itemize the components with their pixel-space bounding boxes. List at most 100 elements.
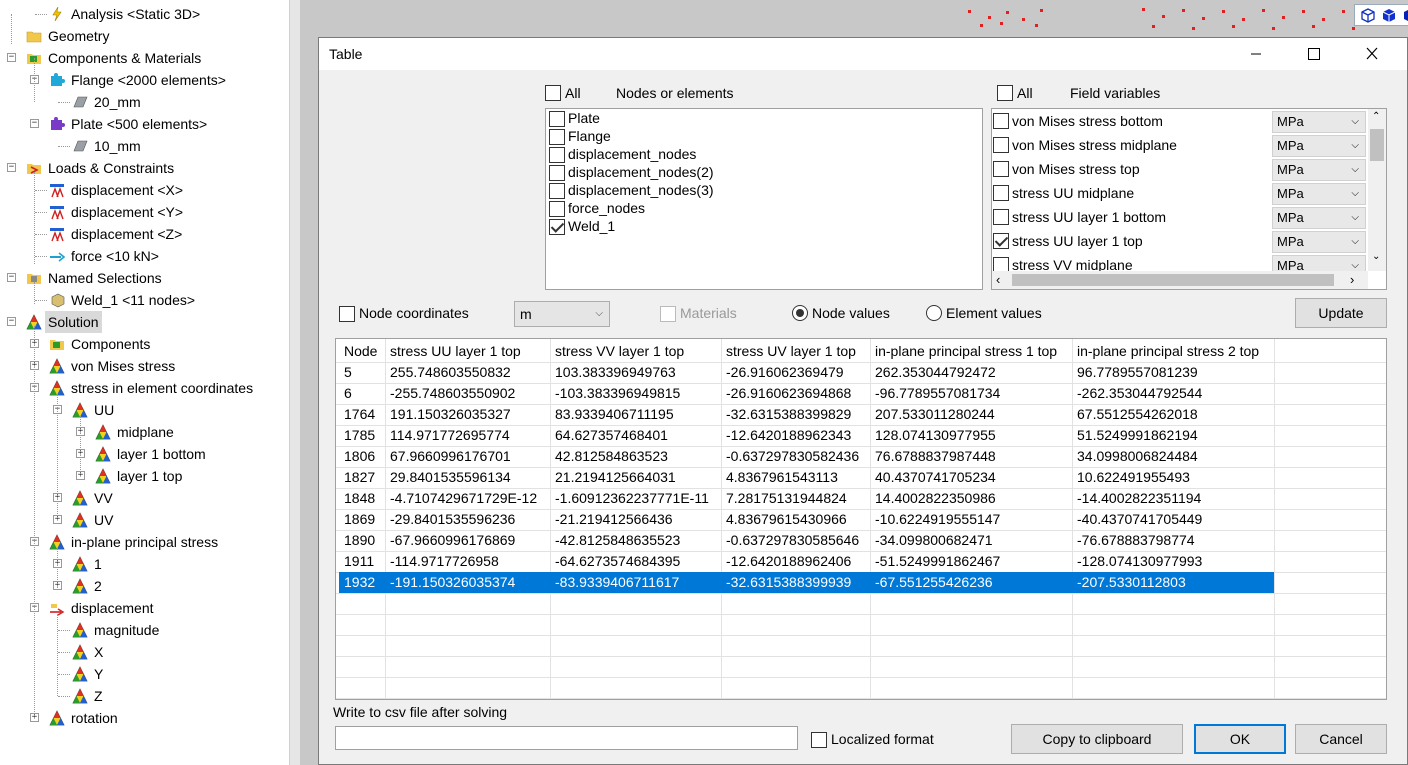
tree-item[interactable]: + UV [0, 509, 289, 531]
tree-item[interactable]: +2 [0, 575, 289, 597]
table-cell[interactable]: -64.6273574684395 [550, 551, 721, 572]
table-cell[interactable]: -76.678883798774 [1072, 530, 1274, 551]
tree-item[interactable]: Weld_1 <11 nodes> [0, 289, 289, 311]
tree-item[interactable]: − Components & Materials [0, 47, 289, 69]
table-cell[interactable]: -67.9660996176869 [385, 530, 550, 551]
collapse-icon[interactable]: − [7, 273, 16, 282]
node-set-checkbox[interactable] [549, 165, 565, 181]
table-cell[interactable]: 1827 [339, 467, 385, 488]
table-cell[interactable]: -14.4002822351194 [1072, 488, 1274, 509]
table-cell[interactable]: -21.219412566436 [550, 509, 721, 530]
collapse-icon[interactable]: − [7, 317, 16, 326]
table-cell[interactable]: 51.5249991862194 [1072, 425, 1274, 446]
table-cell[interactable]: -4.7107429671729E-12 [385, 488, 550, 509]
tree-item[interactable]: + Components [0, 333, 289, 355]
localized-format-checkbox[interactable] [811, 732, 827, 748]
tree-item[interactable]: + rotation [0, 707, 289, 729]
table-cell[interactable]: 1848 [339, 488, 385, 509]
table-cell[interactable]: 207.533011280244 [870, 404, 1072, 425]
table-cell[interactable]: -12.6420188962343 [721, 425, 870, 446]
tree-item[interactable]: X [0, 641, 289, 663]
tree-item[interactable]: + VV [0, 487, 289, 509]
field-variable-row[interactable]: von Mises stress bottom MPa ⌵ [992, 109, 1370, 133]
table-cell[interactable]: 14.4002822350986 [870, 488, 1072, 509]
table-cell[interactable]: -42.8125848635523 [550, 530, 721, 551]
scroll-up-icon[interactable]: ⌃ [1372, 111, 1380, 122]
table-cell[interactable]: 34.0998006824484 [1072, 446, 1274, 467]
update-button[interactable]: Update [1295, 298, 1387, 328]
table-cell[interactable]: 7.28175131944824 [721, 488, 870, 509]
tree-item[interactable]: Geometry [0, 25, 289, 47]
tree-item[interactable]: displacement <Y> [0, 201, 289, 223]
table-cell[interactable]: -32.6315388399829 [721, 404, 870, 425]
tree-item[interactable]: Z [0, 685, 289, 707]
tree-item[interactable]: magnitude [0, 619, 289, 641]
table-cell[interactable]: -34.09980068247​1 [870, 530, 1072, 551]
table-cell[interactable]: 29.8401535596134 [385, 467, 550, 488]
field-variable-row[interactable]: stress UU midplane MPa ⌵ [992, 181, 1370, 205]
column-header[interactable]: in-plane principal stress 2 top [1072, 341, 1274, 362]
table-cell[interactable]: -255.748603550902 [385, 383, 550, 404]
table-cell[interactable]: -191.150326035374 [385, 572, 550, 593]
table-cell[interactable]: 21.2194125664031 [550, 467, 721, 488]
table-cell[interactable]: -29.8401535596236 [385, 509, 550, 530]
column-header[interactable]: stress UV layer 1 top [721, 341, 870, 362]
nodes-all-checkbox[interactable] [545, 85, 561, 101]
table-cell[interactable]: -103.383396949815 [550, 383, 721, 404]
tree-item[interactable]: − in-plane principal stress [0, 531, 289, 553]
splitter[interactable] [290, 0, 300, 765]
table-cell[interactable]: 40.4370741705234 [870, 467, 1072, 488]
table-cell[interactable]: 42.812584863523 [550, 446, 721, 467]
ok-button[interactable]: OK [1194, 724, 1286, 754]
scroll-down-icon[interactable]: ⌄ [1372, 251, 1380, 262]
tree-item[interactable]: − Solution [0, 311, 289, 333]
tree-item[interactable]: force <10 kN> [0, 245, 289, 267]
table-cell[interactable]: 1932 [339, 572, 385, 593]
tree-item[interactable]: − stress in element coordinates [0, 377, 289, 399]
table-cell[interactable]: -67.551255426236 [870, 572, 1072, 593]
node-coordinates-checkbox[interactable] [339, 306, 355, 322]
scroll-left-icon[interactable]: ‹ [996, 272, 1000, 287]
node-set-checkbox[interactable] [549, 183, 565, 199]
table-cell[interactable]: -1.60912362237771E-11 [550, 488, 721, 509]
table-cell[interactable]: 128.074130977955 [870, 425, 1072, 446]
table-cell[interactable]: 96.7789557081239 [1072, 362, 1274, 383]
tree-item[interactable]: − Named Selections [0, 267, 289, 289]
close-icon[interactable] [1365, 46, 1379, 62]
tree-item[interactable]: − Plate <500 elements> [0, 113, 289, 135]
tree-item[interactable]: + midplane [0, 421, 289, 443]
unit-dropdown[interactable]: MPa ⌵ [1272, 111, 1366, 133]
field-variable-checkbox[interactable] [993, 137, 1009, 153]
unit-dropdown[interactable]: MPa ⌵ [1272, 255, 1366, 271]
table-cell[interactable]: 67.9660996176701 [385, 446, 550, 467]
table-cell[interactable]: 64.627357468401 [550, 425, 721, 446]
column-header[interactable]: in-plane principal stress 1 top [870, 341, 1072, 362]
table-cell[interactable]: 4.83679615430966 [721, 509, 870, 530]
field-variable-checkbox[interactable] [993, 209, 1009, 225]
unit-dropdown[interactable]: MPa ⌵ [1272, 135, 1366, 157]
table-cell[interactable]: -96.7789557081734 [870, 383, 1072, 404]
tree-item[interactable]: Analysis <Static 3D> [0, 3, 289, 25]
table-cell[interactable]: -114.9717726958 [385, 551, 550, 572]
wireframe-cube-icon[interactable] [1359, 7, 1377, 23]
scroll-thumb[interactable] [1370, 129, 1384, 161]
tree-item[interactable]: displacement <X> [0, 179, 289, 201]
table-cell[interactable]: 1869 [339, 509, 385, 530]
table-cell[interactable]: 4.8367961543113 [721, 467, 870, 488]
copy-to-clipboard-button[interactable]: Copy to clipboard [1011, 724, 1183, 754]
field-variable-row[interactable]: stress UU layer 1 bottom MPa ⌵ [992, 205, 1370, 229]
table-cell[interactable]: 10.622491955493 [1072, 467, 1274, 488]
hscroll-thumb[interactable] [1012, 274, 1334, 286]
table-cell[interactable]: -51.5249991862467 [870, 551, 1072, 572]
table-cell[interactable]: -12.6420188962406 [721, 551, 870, 572]
tree-item[interactable]: Y [0, 663, 289, 685]
field-variable-checkbox[interactable] [993, 233, 1009, 249]
fields-vscrollbar[interactable]: ⌃ ⌄ [1368, 109, 1386, 271]
table-cell[interactable]: -26.9160623694868 [721, 383, 870, 404]
tree-item[interactable]: + layer 1 top [0, 465, 289, 487]
unit-select[interactable]: m ⌵ [514, 301, 610, 327]
csv-path-input[interactable] [335, 726, 798, 750]
collapse-icon[interactable]: − [7, 53, 16, 62]
shaded-cube-icon[interactable] [1380, 7, 1398, 23]
collapse-icon[interactable]: − [30, 119, 39, 128]
